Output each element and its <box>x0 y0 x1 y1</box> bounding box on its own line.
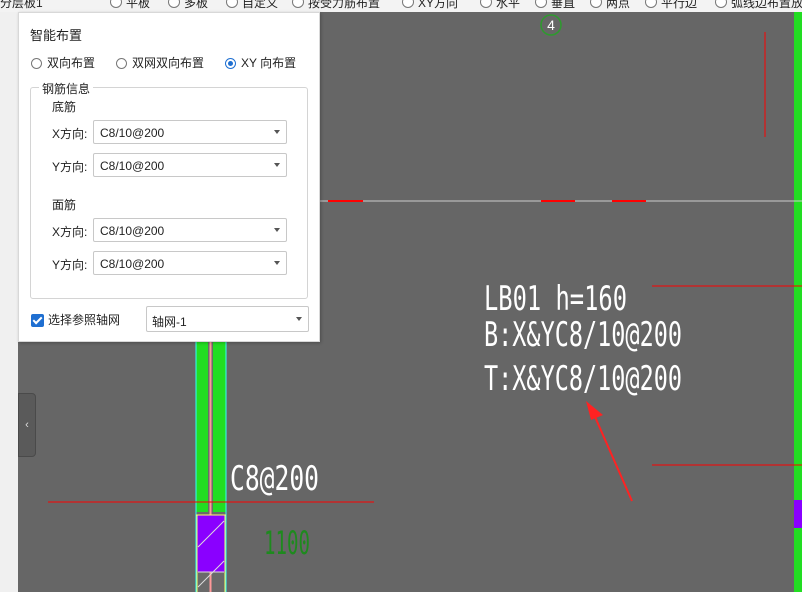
dimension-label: 1100 <box>264 524 310 562</box>
top-y-label: Y方向: <box>52 258 88 272</box>
tb-label-layer-slab: 分层板1 <box>0 0 43 10</box>
radio-icon <box>715 0 727 8</box>
tb-radio-parallel-edge[interactable]: 平行边 <box>645 0 697 11</box>
radio-icon <box>110 0 122 8</box>
radio-selected-icon <box>225 58 236 69</box>
top-y-value: C8/10@200 <box>100 257 165 271</box>
panel-title: 智能布置 <box>30 28 83 43</box>
radio-icon <box>31 58 42 69</box>
chevron-left-icon: ‹ <box>25 419 29 431</box>
tb-radio-single-slab[interactable]: 平板 <box>110 0 150 11</box>
radio-bidirectional[interactable]: 双向布置 <box>31 54 95 71</box>
slab-label-name: LB01 h=160 <box>484 279 627 319</box>
radio-label: 双网双向布置 <box>132 56 205 70</box>
chevron-down-icon <box>274 130 280 134</box>
column-green-right <box>213 342 226 512</box>
chevron-down-icon <box>274 261 280 265</box>
radio-icon <box>590 0 602 8</box>
slab-label-bottom-rebar: B:X&YC8/10@200 <box>484 315 682 355</box>
ref-grid-select[interactable]: 轴网-1 <box>146 306 309 332</box>
tb-radio-vertical[interactable]: 垂直 <box>535 0 575 11</box>
bottom-x-value: C8/10@200 <box>100 126 165 140</box>
slab-label-top-rebar: T:X&YC8/10@200 <box>484 359 682 399</box>
radio-icon <box>535 0 547 8</box>
radio-double-net-bidirectional[interactable]: 双网双向布置 <box>116 54 204 71</box>
radio-label: XY 向布置 <box>241 56 297 70</box>
left-side-strip <box>0 12 19 592</box>
tb-radio-arc-edge[interactable]: 弧线边布置放射筋 <box>715 0 802 11</box>
chevron-down-icon <box>274 163 280 167</box>
radio-icon <box>168 0 180 8</box>
annotation-arrow-shaft <box>591 409 633 502</box>
top-y-select[interactable]: C8/10@200 <box>93 251 287 275</box>
rebar-spacing-label: C8@200 <box>230 459 319 499</box>
tb-radio-by-rebar[interactable]: 按受力筋布置 <box>292 0 380 11</box>
ref-grid-value: 轴网-1 <box>152 315 187 329</box>
chevron-down-icon <box>296 317 302 321</box>
column-green-left <box>196 342 208 512</box>
radio-xy-direction[interactable]: XY 向布置 <box>225 54 296 71</box>
radio-label: 双向布置 <box>47 56 96 70</box>
bottom-y-label: Y方向: <box>52 160 88 174</box>
tb-radio-multi-slab[interactable]: 多板 <box>168 0 208 11</box>
ref-grid-checkbox[interactable]: 选择参照轴网 <box>31 311 120 328</box>
bottom-x-label: X方向: <box>52 127 88 141</box>
top-x-value: C8/10@200 <box>100 224 165 238</box>
annotation-arrow-head <box>586 401 603 420</box>
smart-layout-panel: 智能布置 双向布置 双网双向布置 XY 向布置 钢筋信息 底筋 X方向: C8/… <box>18 12 320 342</box>
ref-grid-checkbox-label: 选择参照轴网 <box>48 313 121 327</box>
top-x-select[interactable]: C8/10@200 <box>93 218 287 242</box>
group-legend: 钢筋信息 <box>39 80 94 97</box>
radio-icon <box>402 0 414 8</box>
tb-radio-two-points[interactable]: 两点 <box>590 0 630 11</box>
radio-icon <box>226 0 238 8</box>
top-rebar-title: 面筋 <box>52 198 77 212</box>
radio-icon <box>645 0 657 8</box>
chevron-down-icon <box>274 228 280 232</box>
bottom-x-select[interactable]: C8/10@200 <box>93 120 287 144</box>
radio-icon <box>292 0 304 8</box>
axis-bubble-number: 4 <box>547 17 555 33</box>
radio-icon <box>116 58 127 69</box>
bottom-y-value: C8/10@200 <box>100 159 165 173</box>
top-x-label: X方向: <box>52 225 88 239</box>
tb-radio-horizontal[interactable]: 水平 <box>480 0 520 11</box>
column-purple-far-right <box>794 500 802 528</box>
checkbox-checked-icon <box>31 314 44 327</box>
bottom-rebar-title: 底筋 <box>52 100 77 114</box>
bottom-y-select[interactable]: C8/10@200 <box>93 153 287 177</box>
radio-icon <box>480 0 492 8</box>
tb-radio-custom[interactable]: 自定义 <box>226 0 278 11</box>
rebar-info-group: 钢筋信息 底筋 X方向: C8/10@200 Y方向: C8/10@200 面筋… <box>30 80 308 299</box>
collapse-panel-button[interactable]: ‹ <box>18 393 36 457</box>
tb-radio-xy[interactable]: XY方向 <box>402 0 458 11</box>
